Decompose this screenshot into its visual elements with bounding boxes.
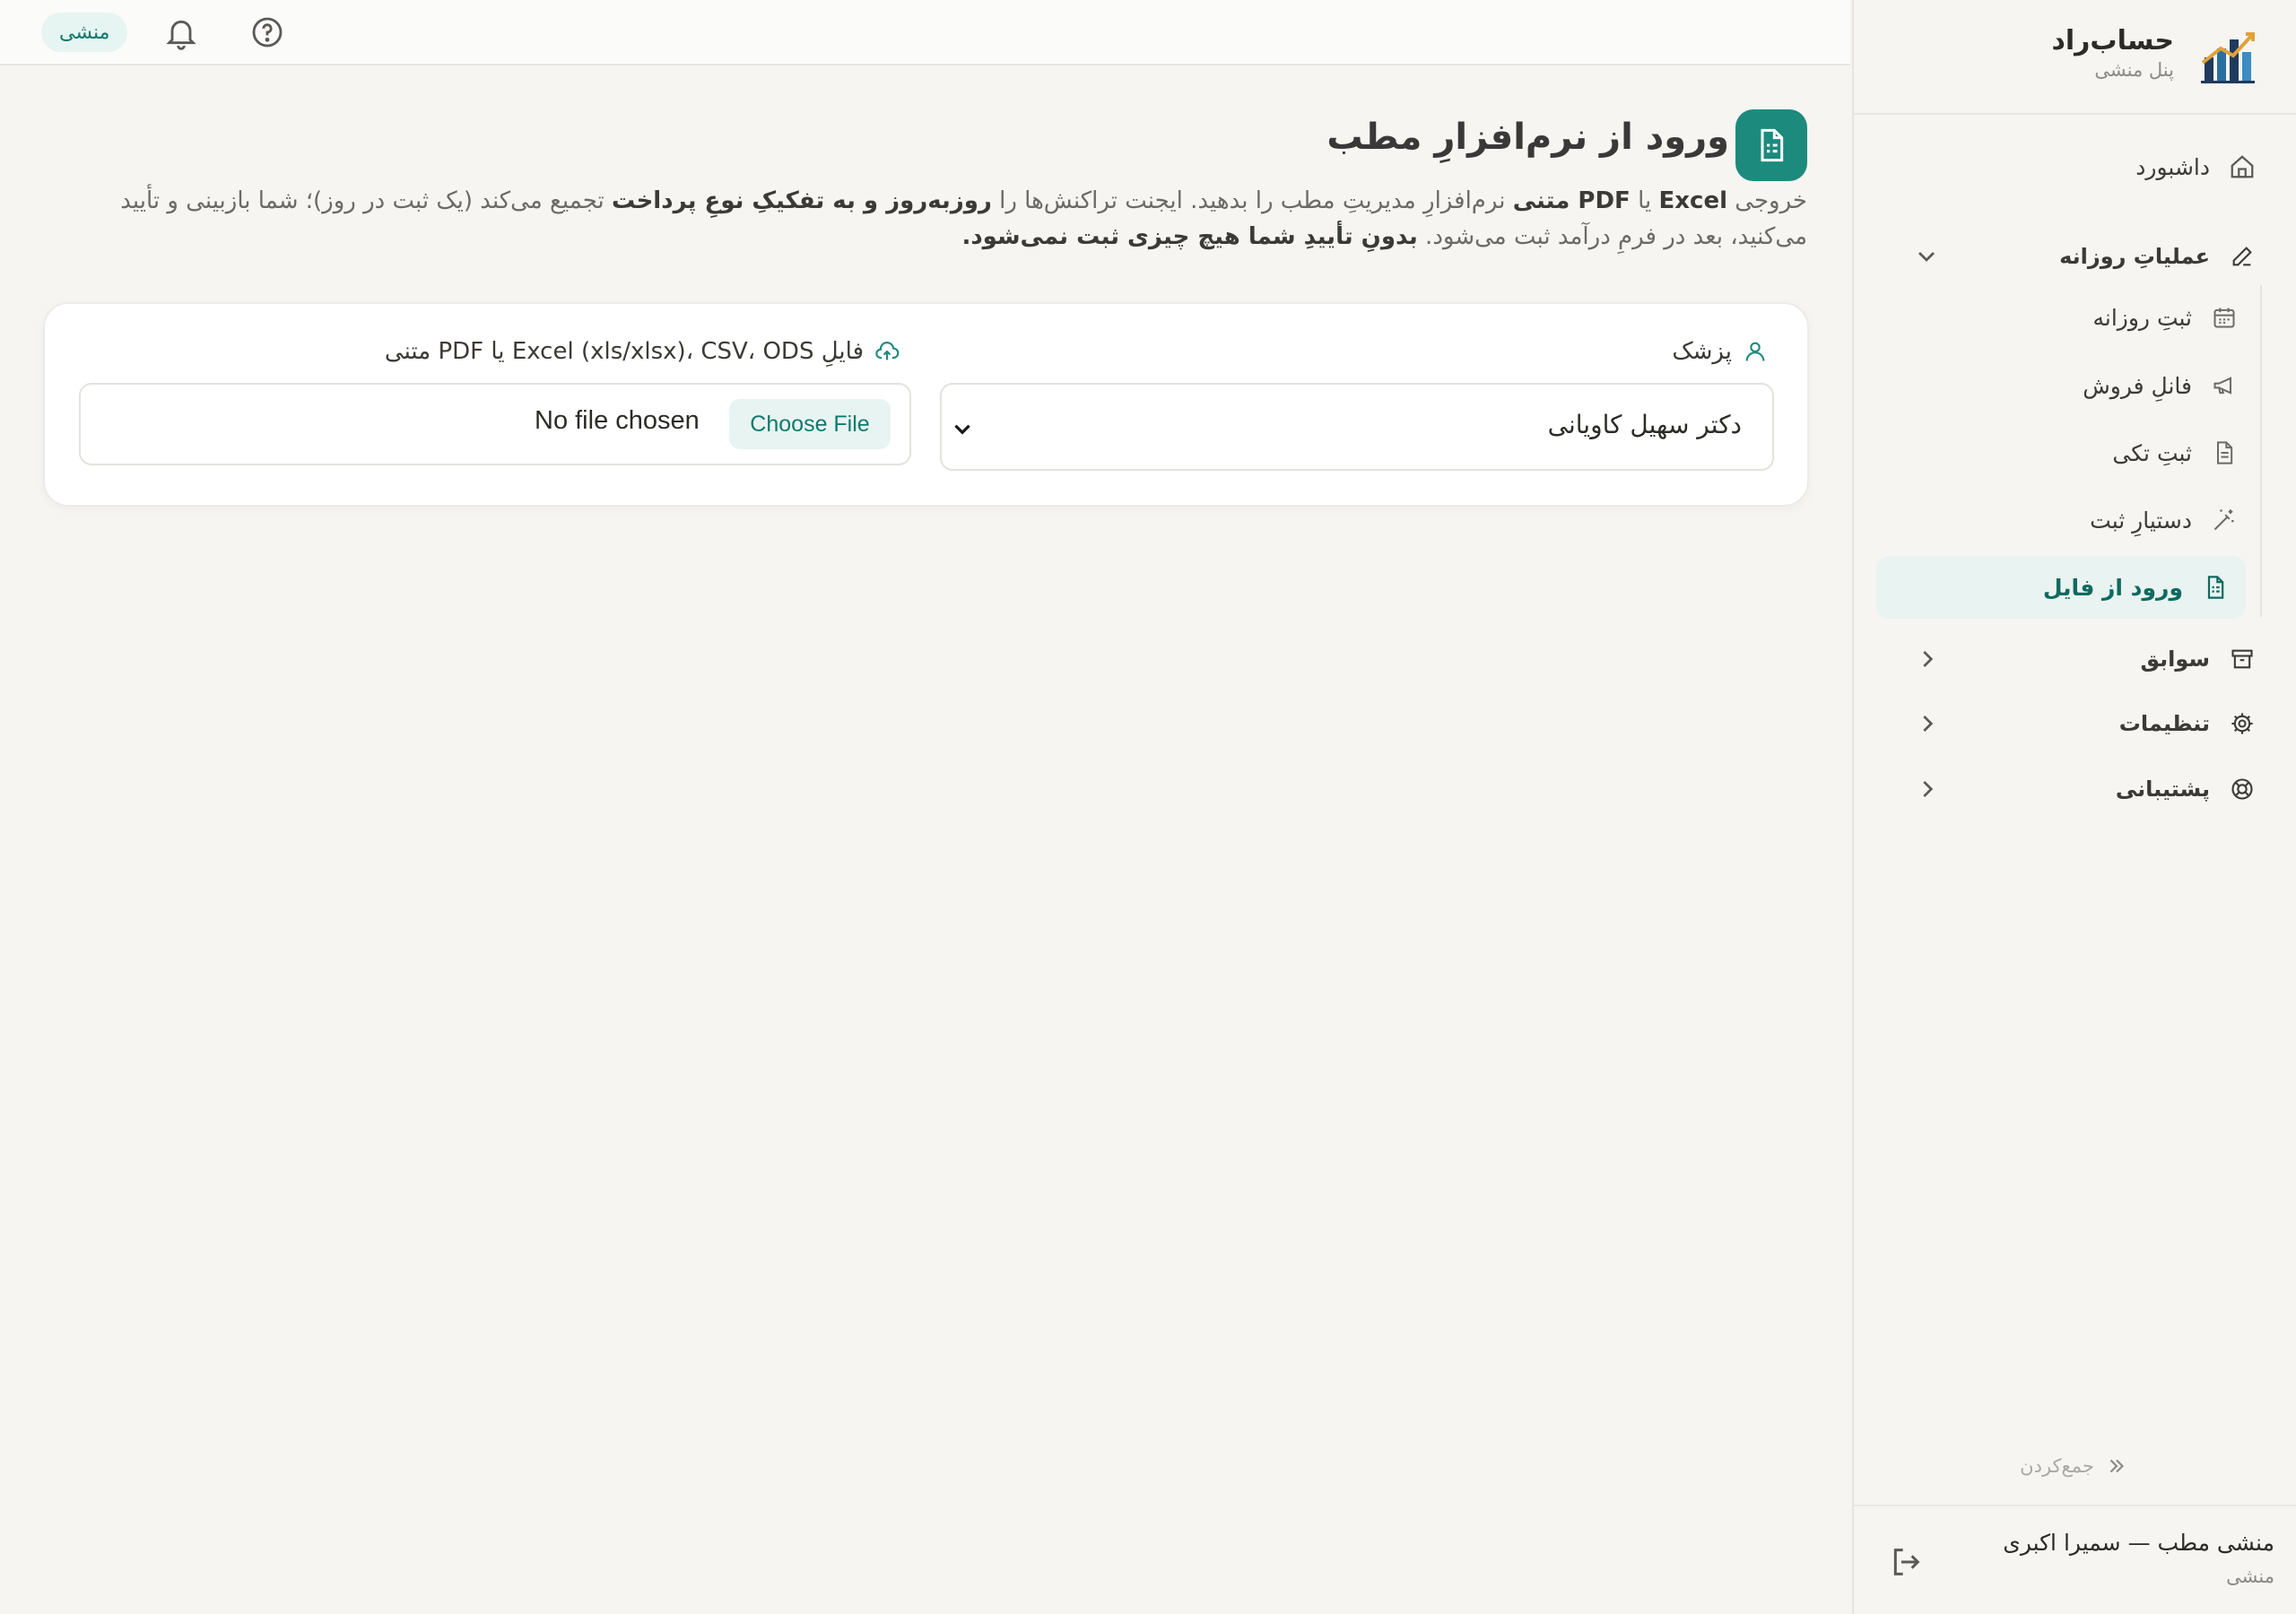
sidebar-item-label: سوابق <box>2140 646 2210 672</box>
sidebar-item-label: ثبتِ تکی <box>2112 439 2192 466</box>
user-role: منشی <box>2226 1566 2274 1587</box>
sidebar-group-support[interactable]: پشتیبانی <box>1898 760 2273 818</box>
logo-icon <box>2201 32 2255 83</box>
brand-header: حساب‌راد پنل منشی <box>1852 0 2296 115</box>
role-badge: منشی <box>41 13 128 52</box>
gear-icon <box>2224 706 2260 742</box>
sidebar-item-label: فانلِ فروش <box>2083 372 2192 399</box>
calendar-icon <box>2206 299 2242 335</box>
sidebar-item-label: پشتیبانی <box>2115 777 2210 802</box>
desc-bold: بدونِ تأییدِ شما هیچ چیزی ثبت نمی‌شود. <box>961 223 1418 250</box>
collapse-label: جمع‌کردن <box>2020 1455 2094 1477</box>
collapse-sidebar-button[interactable]: جمع‌کردن <box>1852 1444 2296 1488</box>
user-block: منشی مطب — سمیرا اکبری منشی <box>1852 1505 2296 1614</box>
sidebar-item-label: تنظیمات <box>2118 711 2210 736</box>
user-name: منشی مطب — سمیرا اکبری <box>2003 1530 2274 1556</box>
desc-text: خروجی <box>1727 187 1807 214</box>
topbar: منشی <box>0 0 1850 65</box>
brand-title: حساب‌راد <box>2051 25 2174 56</box>
sidebar-item-single-entry[interactable]: ثبتِ تکی <box>1844 424 2255 482</box>
double-chevron-left-icon <box>2109 1459 2124 1473</box>
chevron-left-icon <box>1923 781 1934 797</box>
file-spreadsheet-icon <box>2197 569 2233 605</box>
file-label-text: فایلِ Excel (xls/xlsx)، CSV، ODS یا PDF … <box>384 338 864 365</box>
desc-bold: روزبه‌روز و به تفکیکِ نوعِ پرداخت <box>612 187 992 214</box>
choose-file-button[interactable]: Choose File <box>729 399 891 449</box>
doctor-label-text: پزشک <box>1672 338 1732 365</box>
page-description: خروجی Excel یا PDF متنی نرم‌افزارِ مدیری… <box>45 183 1807 255</box>
sidebar-item-sales-funnel[interactable]: فانلِ فروش <box>1844 357 2255 414</box>
home-icon <box>2224 149 2260 185</box>
sidebar: حساب‌راد پنل منشی داشبورد عملیاتِ روزانه… <box>1852 0 2296 1614</box>
sidebar-item-dashboard[interactable]: داشبورد <box>1898 138 2273 195</box>
sidebar-item-file-import[interactable]: ورود از فایل <box>1876 556 2246 619</box>
import-form-card: پزشک دکتر سهیل کاویانی فایلِ Excel (xls/… <box>43 302 1809 507</box>
file-spreadsheet-icon <box>1761 128 1784 162</box>
chevron-left-icon <box>1923 651 1934 667</box>
brand-subtitle: پنل منشی <box>2094 59 2174 81</box>
doctor-select-value: دکتر سهیل کاویانی <box>1547 410 1742 439</box>
pencil-icon <box>2224 239 2260 274</box>
bell-icon[interactable] <box>163 14 199 50</box>
sidebar-item-label: عملیاتِ روزانه <box>2059 244 2210 269</box>
megaphone-icon <box>2206 368 2242 404</box>
user-icon <box>1745 342 1765 361</box>
sidebar-item-entry-assistant[interactable]: دستیارِ ثبت <box>1844 491 2255 549</box>
chevron-down-icon <box>1918 252 1935 262</box>
no-file-status: No file chosen <box>535 406 700 435</box>
doctor-select[interactable]: دکتر سهیل کاویانی <box>940 383 1774 471</box>
archive-icon <box>2224 641 2260 677</box>
sidebar-item-label: ثبتِ روزانه <box>2092 304 2192 331</box>
file-field-label: فایلِ Excel (xls/xlsx)، CSV، ODS یا PDF … <box>385 338 900 365</box>
desc-bold: PDF متنی <box>1512 187 1631 214</box>
desc-text: یا <box>1630 187 1659 214</box>
sidebar-item-label: داشبورد <box>2135 153 2210 180</box>
sidebar-group-records[interactable]: سوابق <box>1898 630 2273 688</box>
page-title-badge <box>1735 109 1807 181</box>
lifebuoy-icon <box>2224 771 2260 807</box>
sidebar-item-daily-entry[interactable]: ثبتِ روزانه <box>1844 289 2255 346</box>
document-icon <box>2206 435 2242 471</box>
sidebar-item-label: دستیارِ ثبت <box>2090 507 2192 534</box>
file-input[interactable]: Choose File No file chosen <box>79 383 911 465</box>
chevron-down-icon <box>954 424 970 435</box>
page-title: ورود از نرم‌افزارِ مطب <box>1326 117 1729 158</box>
sidebar-group-daily-operations[interactable]: عملیاتِ روزانه <box>1898 228 2273 285</box>
help-icon[interactable] <box>249 14 285 50</box>
logout-icon[interactable] <box>1888 1544 1924 1580</box>
sidebar-item-label: ورود از فایل <box>2042 574 2183 601</box>
cloud-upload-icon <box>875 342 900 360</box>
chevron-left-icon <box>1923 716 1934 732</box>
sidebar-group-settings[interactable]: تنظیمات <box>1898 695 2273 752</box>
magic-wand-icon <box>2206 502 2242 538</box>
doctor-field-label: پزشک <box>1672 338 1768 365</box>
desc-text: نرم‌افزارِ مدیریتِ مطب را بدهید. ایجنت ت… <box>991 187 1513 214</box>
desc-bold: Excel <box>1658 187 1728 214</box>
tree-line <box>2260 285 2262 617</box>
